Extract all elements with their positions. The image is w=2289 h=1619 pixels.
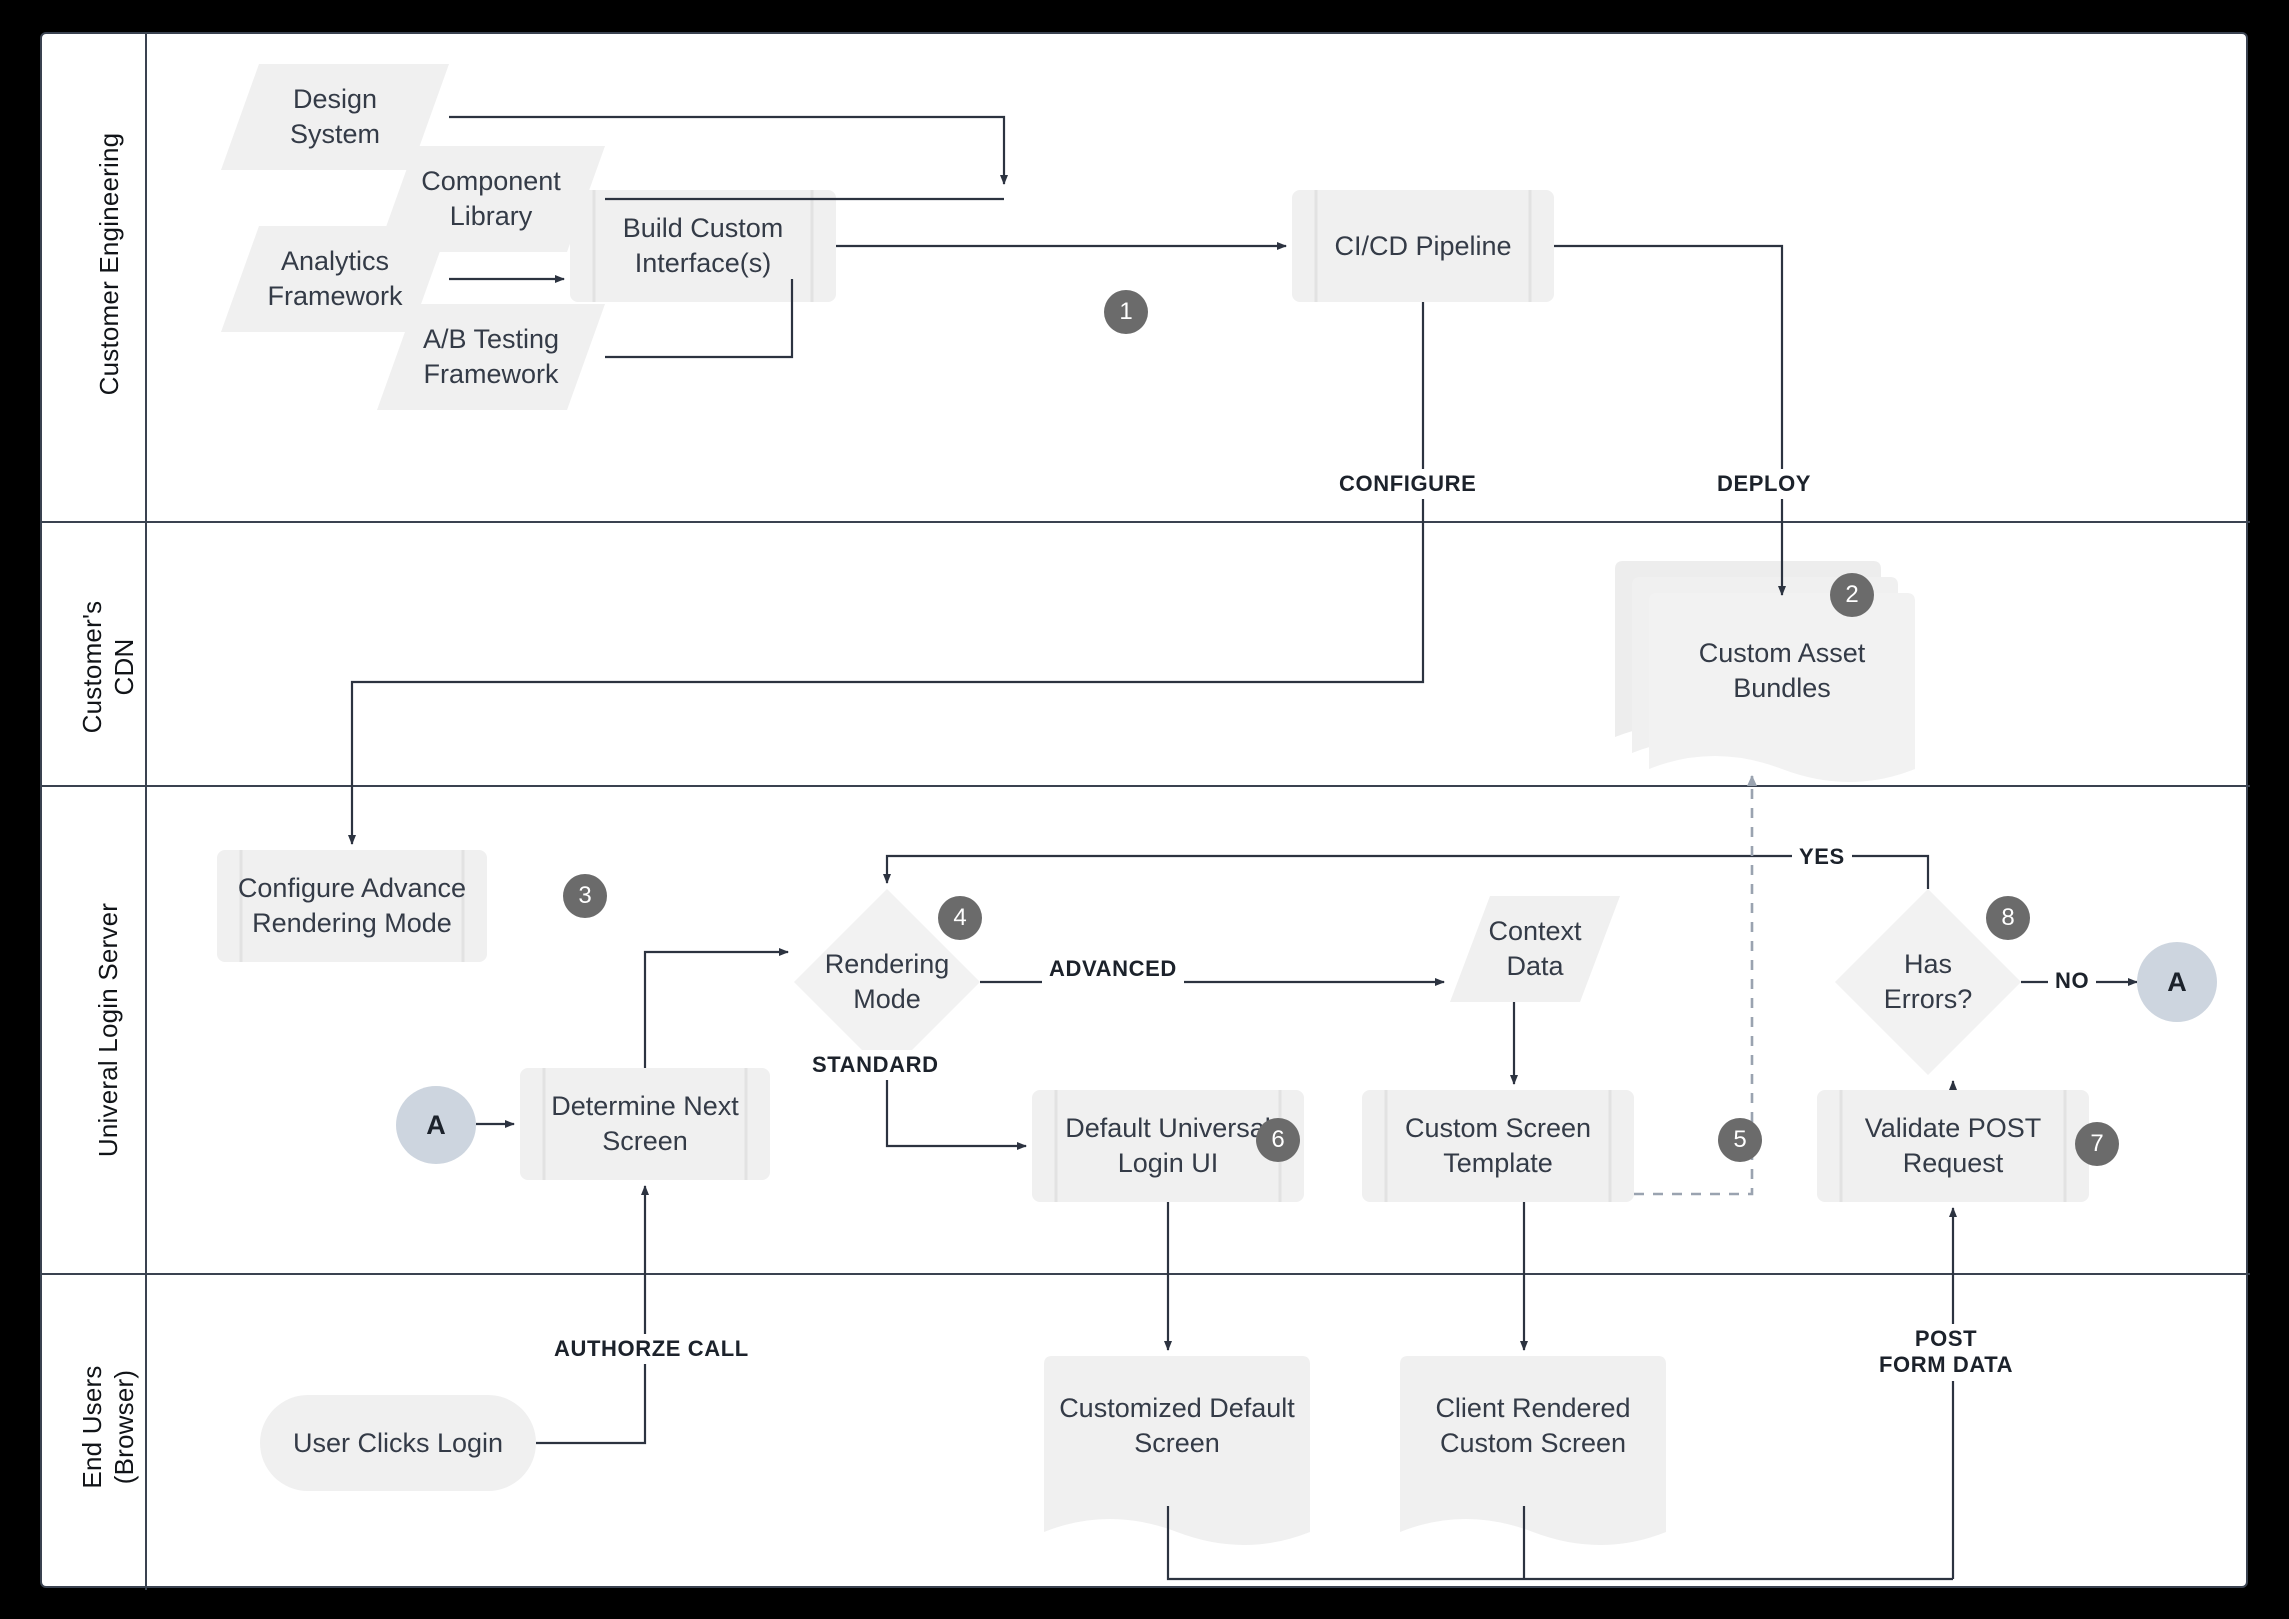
node-has-errors[interactable]: Has Errors?: [1848, 926, 2008, 1038]
node-cicd-pipeline[interactable]: CI/CD Pipeline: [1292, 190, 1554, 302]
edge-label-yes: YES: [1792, 842, 1852, 873]
edge-label-no: NO: [2048, 966, 2097, 997]
node-ab-testing-framework[interactable]: A/B Testing Framework: [377, 304, 605, 410]
badge-custom-screen-template: 5: [1718, 1118, 1762, 1162]
node-custom-screen-template[interactable]: Custom Screen Template: [1362, 1090, 1634, 1202]
edge-label-post-form-data: POST FORM DATA: [1872, 1324, 2021, 1381]
badge-configure-advance-rendering-mode: 3: [563, 874, 607, 918]
node-determine-next-screen[interactable]: Determine Next Screen: [520, 1068, 770, 1180]
diagram-canvas: Customer Engineering Customer's CDN Univ…: [40, 32, 2250, 1590]
node-user-clicks-login[interactable]: User Clicks Login: [260, 1395, 536, 1491]
badge-has-errors: 8: [1986, 896, 2030, 940]
node-custom-asset-bundles[interactable]: Custom Asset Bundles: [1649, 601, 1915, 741]
badge-rendering-mode: 4: [938, 896, 982, 940]
edge-label-deploy: DEPLOY: [1710, 469, 1819, 500]
badge-default-universal-login-ui: 6: [1256, 1118, 1300, 1162]
connector-a-right[interactable]: A: [2137, 942, 2217, 1022]
node-context-data[interactable]: Context Data: [1450, 896, 1620, 1002]
node-rendering-mode[interactable]: Rendering Mode: [807, 926, 967, 1038]
edge-label-configure: CONFIGURE: [1332, 469, 1484, 500]
lane-label-customer-engineering: Customer Engineering: [94, 132, 125, 396]
node-validate-post-request[interactable]: Validate POST Request: [1817, 1090, 2089, 1202]
lane-label-end-users: End Users (Browser): [77, 1365, 139, 1489]
edge-label-authorize-call: AUTHORZE CALL: [547, 1334, 756, 1365]
badge-build-custom-interfaces: 1: [1104, 290, 1148, 334]
badge-validate-post-request: 7: [2075, 1122, 2119, 1166]
badge-custom-asset-bundles: 2: [1830, 573, 1874, 617]
node-shapes: [217, 64, 2089, 1545]
connector-a-left[interactable]: A: [396, 1086, 476, 1164]
lane-label-universal-login-server: Univeral Login Server: [93, 902, 124, 1158]
node-build-custom-interfaces[interactable]: Build Custom Interface(s): [570, 190, 836, 302]
edge-label-advanced: ADVANCED: [1042, 954, 1184, 985]
node-customized-default-screen[interactable]: Customized Default Screen: [1044, 1356, 1310, 1496]
edge-label-standard: STANDARD: [805, 1050, 946, 1081]
node-client-rendered-custom-screen[interactable]: Client Rendered Custom Screen: [1400, 1356, 1666, 1496]
node-configure-advance-rendering-mode[interactable]: Configure Advance Rendering Mode: [217, 850, 487, 962]
lane-label-customers-cdn: Customer's CDN: [77, 600, 139, 734]
